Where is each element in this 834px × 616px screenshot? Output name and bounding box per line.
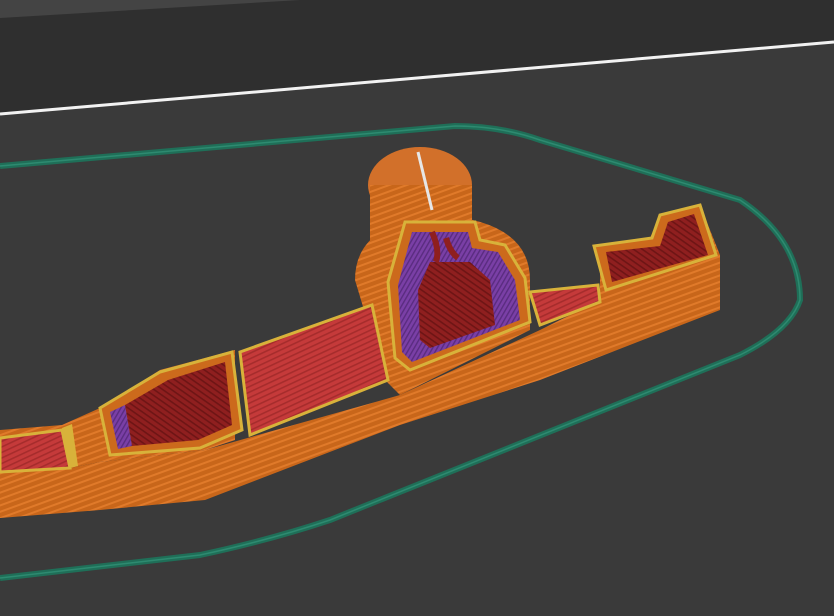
gcode-preview-viewport[interactable] — [0, 0, 834, 616]
top-solid-infill-left — [0, 428, 72, 474]
